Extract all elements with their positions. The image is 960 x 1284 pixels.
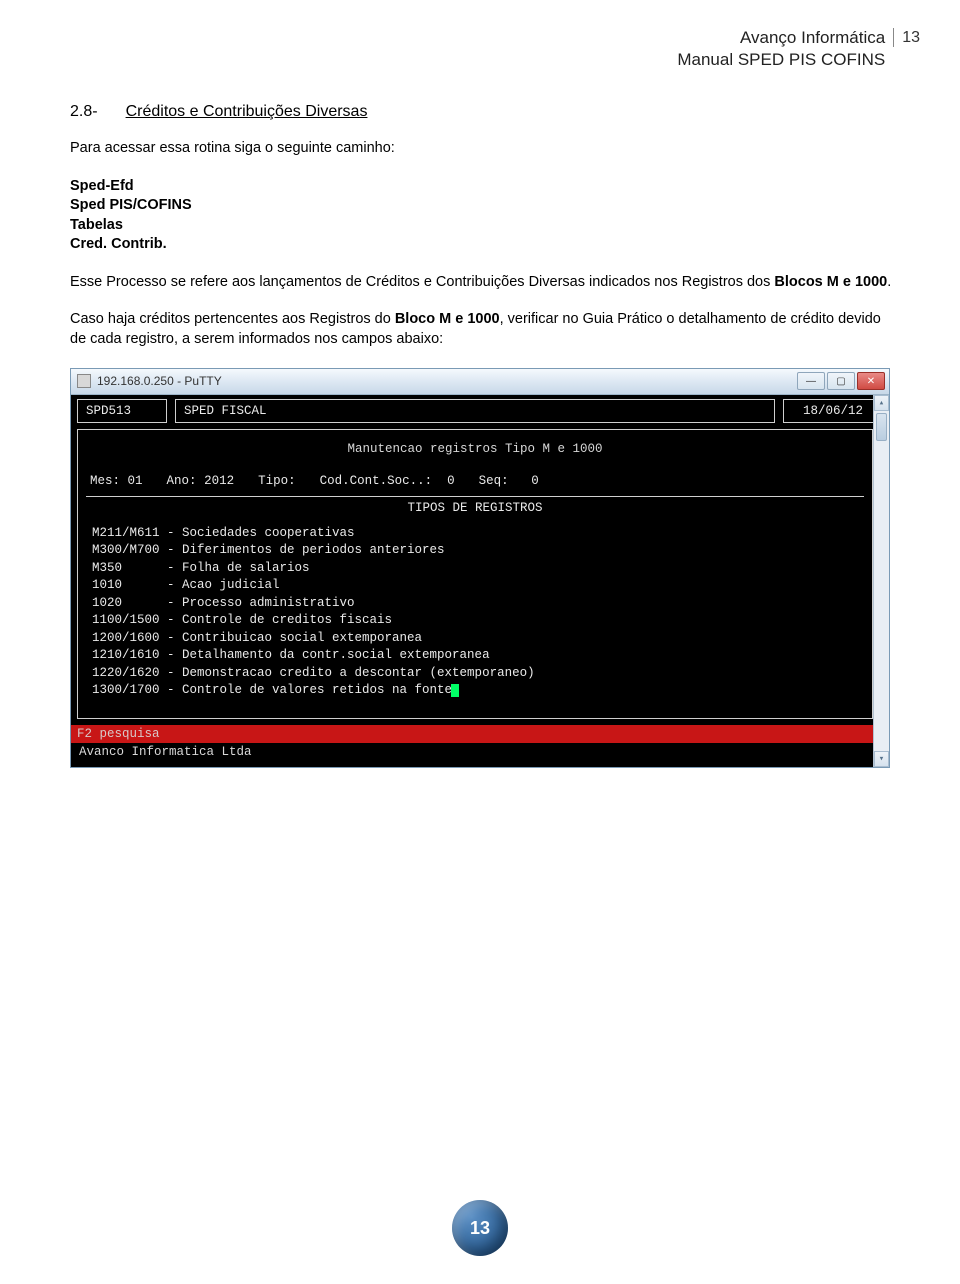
list-item: M350 - Folha de salarios: [92, 560, 858, 578]
list-item: 1200/1600 - Contribuicao social extempor…: [92, 630, 858, 648]
main-terminal-box: Manutencao registros Tipo M e 1000 Mes: …: [77, 429, 873, 719]
scroll-down-icon[interactable]: ▾: [874, 751, 889, 767]
terminal-footer-company: Avanco Informatica Ltda: [77, 743, 883, 763]
path-line: Cred. Contrib.: [70, 235, 900, 255]
list-item: 1010 - Acao judicial: [92, 577, 858, 595]
section-heading: 2.8- Créditos e Contribuições Diversas: [70, 103, 900, 121]
path-line: Sped-Efd: [70, 177, 900, 197]
section-number: 2.8-: [70, 103, 98, 121]
close-button[interactable]: ✕: [857, 372, 885, 390]
header-label: SPED FISCAL: [175, 399, 775, 423]
header-date: 18/06/12: [783, 399, 883, 423]
list-item: 1220/1620 - Demonstracao credito a desco…: [92, 665, 858, 683]
cursor-icon: [451, 684, 459, 697]
scroll-up-icon[interactable]: ▴: [874, 395, 889, 411]
list-item: 1020 - Processo administrativo: [92, 595, 858, 613]
app-icon: [77, 374, 91, 388]
page-header: Avanço Informática Manual SPED PIS COFIN…: [677, 28, 920, 70]
navigation-path: Sped-Efd Sped PIS/COFINS Tabelas Cred. C…: [70, 177, 900, 255]
fields-row: Mes: 01 Ano: 2012 Tipo: Cod.Cont.Soc..: …: [86, 472, 864, 496]
section-title: Créditos e Contribuições Diversas: [126, 103, 900, 121]
vertical-scrollbar[interactable]: ▴ ▾: [873, 395, 889, 767]
terminal-footer-message: F2 pesquisa: [71, 725, 873, 743]
window-titlebar[interactable]: 192.168.0.250 - PuTTY — ▢ ✕: [71, 369, 889, 395]
manual-title: Manual SPED PIS COFINS: [677, 50, 885, 70]
brand-name: Avanço Informática: [677, 28, 885, 48]
list-item: M300/M700 - Diferimentos de periodos ant…: [92, 542, 858, 560]
body-paragraph-1: Esse Processo se refere aos lançamentos …: [70, 273, 900, 293]
registry-list: M211/M611 - Sociedades cooperativas M300…: [86, 521, 864, 710]
path-line: Tabelas: [70, 216, 900, 236]
scrollbar-thumb[interactable]: [876, 413, 887, 441]
body-paragraph-2: Caso haja créditos pertencentes aos Regi…: [70, 310, 900, 349]
registry-heading: TIPOS DE REGISTROS: [86, 496, 864, 521]
minimize-button[interactable]: —: [797, 372, 825, 390]
window-title: 192.168.0.250 - PuTTY: [97, 374, 797, 388]
intro-paragraph: Para acessar essa rotina siga o seguinte…: [70, 139, 900, 159]
terminal-body: SPD513 SPED FISCAL 18/06/12 Manutencao r…: [71, 395, 889, 767]
terminal-main-title: Manutencao registros Tipo M e 1000: [86, 442, 864, 456]
terminal-window: 192.168.0.250 - PuTTY — ▢ ✕ ▴ ▾ SPD513 S…: [70, 368, 890, 768]
list-item: 1100/1500 - Controle de creditos fiscais: [92, 612, 858, 630]
maximize-button[interactable]: ▢: [827, 372, 855, 390]
list-item: 1210/1610 - Detalhamento da contr.social…: [92, 647, 858, 665]
header-code: SPD513: [77, 399, 167, 423]
page-number-top: 13: [893, 28, 920, 47]
path-line: Sped PIS/COFINS: [70, 196, 900, 216]
list-item: M211/M611 - Sociedades cooperativas: [92, 525, 858, 543]
page-number-badge: 13: [452, 1200, 508, 1256]
list-item: 1300/1700 - Controle de valores retidos …: [92, 682, 858, 700]
